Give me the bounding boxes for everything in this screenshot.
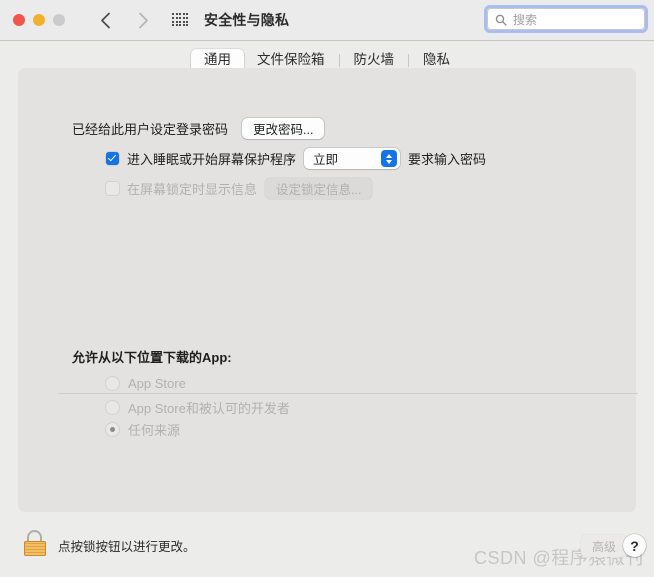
set-lock-message-button[interactable]: 设定锁定信息... (265, 178, 373, 199)
chevron-left-icon (100, 12, 111, 29)
login-password-row: 已经给此用户设定登录密码 更改密码... (72, 118, 325, 139)
forward-button[interactable] (130, 7, 156, 33)
minimize-button[interactable] (33, 14, 45, 26)
download-sources-heading-row: 允许从以下位置下载的App: (72, 347, 232, 366)
password-delay-select[interactable]: 立即 (304, 148, 401, 169)
zoom-button[interactable] (53, 14, 65, 26)
download-source-option-appstore[interactable]: App Store (106, 376, 186, 391)
download-sources-heading: 允许从以下位置下载的App: (72, 350, 232, 365)
section-divider (58, 393, 638, 394)
lock-hint-text: 点按锁按钮以进行更改。 (58, 540, 196, 554)
back-button[interactable] (92, 7, 118, 33)
radio-anywhere-label: 任何来源 (128, 423, 181, 438)
show-lock-message-checkbox[interactable] (106, 182, 119, 195)
settings-panel: 已经给此用户设定登录密码 更改密码... 进入睡眠或开始屏幕保护程序 立即 要求… (18, 68, 638, 512)
window-titlebar: 安全性与隐私 搜索 (0, 0, 654, 41)
show-lock-message-label: 在屏幕锁定时显示信息 (127, 182, 258, 197)
search-input[interactable]: 搜索 (487, 8, 645, 30)
change-password-button[interactable]: 更改密码... (242, 118, 325, 139)
require-password-checkbox[interactable] (106, 152, 119, 165)
require-password-prefix-label: 进入睡眠或开始屏幕保护程序 (127, 152, 297, 167)
password-delay-value: 立即 (313, 153, 339, 167)
radio-app-store-label: App Store (128, 376, 186, 391)
download-source-option-appstore-identified[interactable]: App Store和被认可的开发者 (106, 398, 290, 417)
advanced-button[interactable]: 高级 (581, 535, 627, 557)
tab-separator (408, 54, 409, 67)
help-button[interactable]: ? (623, 534, 646, 557)
radio-anywhere[interactable] (106, 423, 119, 436)
chevron-updown-icon (381, 150, 398, 167)
search-field-container[interactable]: 搜索 (484, 5, 648, 33)
tab-separator (338, 54, 340, 67)
lock-message-row: 在屏幕锁定时显示信息 设定锁定信息... (106, 178, 373, 199)
show-all-grid-icon[interactable] (172, 13, 189, 27)
traffic-light-group (13, 14, 65, 26)
page-title: 安全性与隐私 (204, 12, 290, 28)
search-icon (495, 13, 507, 26)
require-password-suffix-label: 要求输入密码 (408, 152, 487, 167)
chevron-right-icon (138, 12, 149, 29)
radio-app-store-identified[interactable] (106, 401, 119, 414)
radio-app-store[interactable] (106, 377, 119, 390)
require-password-row: 进入睡眠或开始屏幕保护程序 立即 要求输入密码 (106, 148, 486, 169)
login-password-label: 已经给此用户设定登录密码 (72, 122, 229, 137)
unlocked-padlock-icon[interactable] (24, 530, 46, 556)
download-source-option-anywhere[interactable]: 任何来源 (106, 420, 180, 439)
radio-app-store-identified-label: App Store和被认可的开发者 (128, 401, 290, 416)
search-placeholder: 搜索 (513, 12, 538, 27)
close-button[interactable] (13, 14, 25, 26)
